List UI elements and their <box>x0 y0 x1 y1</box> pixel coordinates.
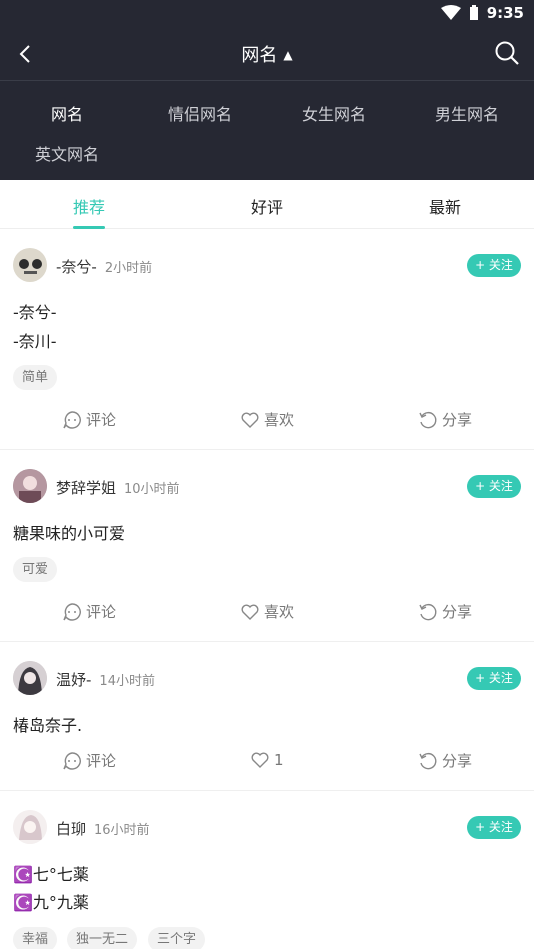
post-text-line: 椿岛奈子. <box>13 716 83 735</box>
username: 温妤- <box>56 671 92 689</box>
share-button[interactable]: 分享 <box>418 601 472 622</box>
post-time: 10小时前 <box>124 482 180 497</box>
nav-bar: 网名 ▲ <box>0 28 534 80</box>
follow-button[interactable]: + 关注 <box>467 667 521 690</box>
comment-label: 评论 <box>86 411 117 429</box>
tab-bar: 推荐 好评 最新 <box>0 180 534 229</box>
category-panel: 网名 情侣网名 女生网名 男生网名 英文网名 <box>0 80 534 180</box>
post-user[interactable]: 温妤- 14小时前 <box>56 669 155 690</box>
heart-icon <box>251 752 269 768</box>
battery-icon <box>469 5 478 20</box>
category-couple[interactable]: 情侣网名 <box>168 101 232 125</box>
comment-button[interactable]: 评论 <box>62 601 116 622</box>
status-time: 9:35 <box>486 4 524 22</box>
post-text-line: ☪️九°九薬 <box>13 893 89 912</box>
post-tag[interactable]: 幸福 <box>13 927 58 949</box>
post-text-line: -奈川- <box>13 332 57 351</box>
status-bar: 9:35 <box>0 0 534 28</box>
page-title[interactable]: 网名 ▲ <box>0 41 534 67</box>
avatar[interactable] <box>13 248 47 282</box>
comment-label: 评论 <box>86 752 117 770</box>
post-tag[interactable]: 独一无二 <box>67 927 138 949</box>
post-time: 14小时前 <box>99 674 155 689</box>
share-label: 分享 <box>442 603 473 621</box>
post-tag[interactable]: 可爱 <box>13 557 58 582</box>
share-label: 分享 <box>442 411 473 429</box>
share-label: 分享 <box>442 752 473 770</box>
post-text-line: ☪️七°七薬 <box>13 865 89 884</box>
like-button[interactable]: 1 <box>250 750 284 770</box>
share-icon <box>419 411 437 428</box>
category-english[interactable]: 英文网名 <box>35 141 99 165</box>
post-tag[interactable]: 三个字 <box>148 927 206 949</box>
comment-label: 评论 <box>86 603 117 621</box>
like-label: 喜欢 <box>264 603 295 621</box>
like-button[interactable]: 喜欢 <box>240 601 294 622</box>
post-user[interactable]: 白珋 16小时前 <box>56 818 150 839</box>
follow-button[interactable]: + 关注 <box>467 816 521 839</box>
post-tag[interactable]: 简单 <box>13 365 58 390</box>
post-card: -奈兮- 2小时前 + 关注 -奈兮- -奈川- 简单 评论 喜欢 分享 <box>0 229 534 450</box>
avatar[interactable] <box>13 661 47 695</box>
post-user[interactable]: -奈兮- 2小时前 <box>56 256 152 277</box>
like-count: 1 <box>274 751 284 769</box>
comment-button[interactable]: 评论 <box>62 409 116 430</box>
post-card: 温妤- 14小时前 + 关注 椿岛奈子. 评论 1 分享 <box>0 642 534 791</box>
like-button[interactable]: 喜欢 <box>240 409 294 430</box>
post-text-line: -奈兮- <box>13 303 57 322</box>
category-wangming[interactable]: 网名 <box>51 101 83 125</box>
category-boy[interactable]: 男生网名 <box>435 101 499 125</box>
post-card: 梦辞学姐 10小时前 + 关注 糖果味的小可爱 可爱 评论 喜欢 分享 <box>0 450 534 642</box>
comment-icon <box>63 602 81 621</box>
tab-recommend[interactable]: 推荐 <box>44 194 134 218</box>
tab-top-rated[interactable]: 好评 <box>222 194 312 218</box>
share-icon <box>419 603 437 620</box>
share-icon <box>419 752 437 769</box>
follow-button[interactable]: + 关注 <box>467 254 521 277</box>
page-title-text: 网名 <box>241 45 278 66</box>
search-icon[interactable] <box>494 40 520 66</box>
caret-up-icon: ▲ <box>283 48 293 62</box>
comment-button[interactable]: 评论 <box>62 750 116 771</box>
comment-icon <box>63 410 81 429</box>
tab-latest[interactable]: 最新 <box>400 194 490 218</box>
follow-button[interactable]: + 关注 <box>467 475 521 498</box>
share-button[interactable]: 分享 <box>418 409 472 430</box>
category-girl[interactable]: 女生网名 <box>302 101 366 125</box>
post-user[interactable]: 梦辞学姐 10小时前 <box>56 477 180 498</box>
username: 白珋 <box>56 820 87 838</box>
username: 梦辞学姐 <box>56 479 117 497</box>
username: -奈兮- <box>56 258 97 276</box>
share-button[interactable]: 分享 <box>418 750 472 771</box>
heart-icon <box>241 604 259 620</box>
heart-icon <box>241 412 259 428</box>
comment-icon <box>63 751 81 770</box>
avatar[interactable] <box>13 469 47 503</box>
avatar[interactable] <box>13 810 47 844</box>
post-time: 16小时前 <box>94 823 150 838</box>
wifi-icon <box>440 5 461 20</box>
post-card: 白珋 16小时前 + 关注 ☪️七°七薬 ☪️九°九薬 幸福 独一无二 三个字 <box>0 791 534 949</box>
like-label: 喜欢 <box>264 411 295 429</box>
post-time: 2小时前 <box>104 261 153 276</box>
post-text-line: 糖果味的小可爱 <box>13 524 126 543</box>
